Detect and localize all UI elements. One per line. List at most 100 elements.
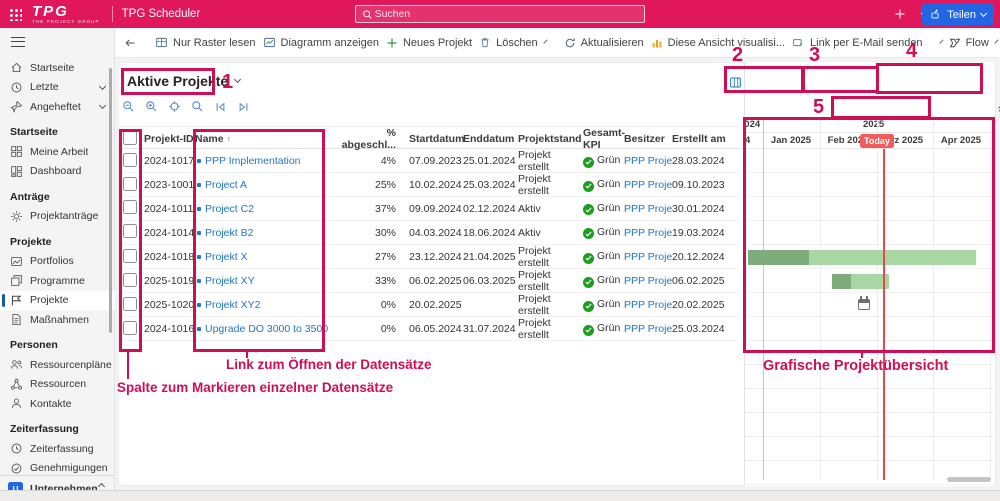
add-icon[interactable] xyxy=(894,8,906,20)
visualize-view-button[interactable]: Diese Ansicht visualisi... xyxy=(651,37,785,49)
sidebar-item-ressourcen[interactable]: Ressourcen xyxy=(0,375,115,395)
table-row[interactable]: 2024-1011 Project C2 37% 09.09.2024 02.1… xyxy=(118,197,740,221)
owner-link[interactable]: PPP Project Ma xyxy=(624,275,672,287)
hamburger-menu-icon[interactable] xyxy=(11,37,25,47)
pin-icon xyxy=(10,100,23,113)
col-besitzer[interactable]: Besitzer xyxy=(624,133,672,145)
select-all-checkbox[interactable] xyxy=(123,131,137,145)
col-startdatum[interactable]: Startdatum xyxy=(400,133,463,145)
global-search[interactable] xyxy=(355,5,645,23)
cell-projekt-id: 2023-1001 xyxy=(144,179,195,191)
zoom-fit-icon[interactable] xyxy=(168,100,181,113)
table-row[interactable]: 2024-1017 PPP Implementation 4% 07.09.20… xyxy=(118,149,740,173)
row-checkbox[interactable] xyxy=(123,297,137,311)
zoom-out-icon[interactable] xyxy=(122,100,135,113)
col-projekt-id[interactable]: Projekt-ID xyxy=(144,133,195,145)
table-row[interactable]: 2023-1001 Project A 25% 10.02.2024 25.03… xyxy=(118,173,740,197)
clock-icon xyxy=(10,442,23,455)
sidebar-item-projektantraege[interactable]: Projektanträge xyxy=(0,207,115,227)
chevron-down-icon[interactable] xyxy=(994,39,998,43)
col-projektstand[interactable]: Projektstand xyxy=(518,133,583,145)
gantt-bar[interactable] xyxy=(748,250,976,265)
share-button[interactable]: Teilen xyxy=(922,4,994,25)
row-checkbox[interactable] xyxy=(123,200,137,214)
gantt-bar[interactable] xyxy=(832,274,889,289)
bullet-icon xyxy=(197,159,201,163)
row-checkbox[interactable] xyxy=(123,321,137,335)
sidebar-item-programme[interactable]: Programme xyxy=(0,271,115,291)
email-link-button[interactable]: Link per E-Mail senden xyxy=(792,37,923,49)
view-selector[interactable]: Aktive Projekte xyxy=(127,73,240,89)
gantt-year-row: 2024 2025 xyxy=(745,118,994,133)
gantt-milestone-calendar-icon[interactable] xyxy=(858,299,870,310)
project-open-link[interactable]: Projekt XY2 xyxy=(205,299,260,311)
delete-button[interactable]: Löschen xyxy=(479,36,538,49)
table-row[interactable]: 2025-1019 Projekt XY 33% 06.02.2025 06.0… xyxy=(118,269,740,293)
flow-button[interactable]: Flow xyxy=(949,37,989,49)
gantt-panel[interactable]: 2024 2025 Dez 2024 Jan 2025 Feb 2025 Mrz… xyxy=(744,62,994,486)
col-name[interactable]: Name↑ xyxy=(195,133,340,145)
read-grid-only-button[interactable]: Nur Raster lesen xyxy=(155,36,256,49)
row-checkbox[interactable] xyxy=(123,153,137,167)
sidebar-item-startseite[interactable]: Startseite xyxy=(0,58,115,78)
sidebar-item-ressourcenplaene[interactable]: Ressourcenpläne xyxy=(0,355,115,375)
app-launcher-icon[interactable] xyxy=(9,8,22,21)
project-open-link[interactable]: Projekt X xyxy=(205,251,248,263)
chevron-down-icon[interactable] xyxy=(543,39,547,43)
project-open-link[interactable]: Projekt XY xyxy=(205,275,255,287)
sidebar-item-projekte[interactable]: Projekte xyxy=(0,291,115,311)
back-button[interactable] xyxy=(123,37,137,49)
project-open-link[interactable]: Upgrade DO 3000 to 3500 xyxy=(205,323,328,335)
cell-projektstand: Projekt erstellt xyxy=(518,149,583,173)
table-row[interactable]: 2025-1020 Projekt XY2 0% 20.02.2025 Proj… xyxy=(118,293,740,317)
global-search-input[interactable] xyxy=(373,7,638,21)
project-open-link[interactable]: Projekt B2 xyxy=(205,227,253,239)
table-row[interactable]: 2024-1014 Projekt B2 30% 04.03.2024 18.0… xyxy=(118,221,740,245)
project-open-link[interactable]: Project A xyxy=(205,179,247,191)
search-magnifier-icon[interactable] xyxy=(191,100,204,113)
owner-link[interactable]: PPP Project Ma xyxy=(624,299,672,311)
refresh-button[interactable]: Aktualisieren xyxy=(564,37,644,49)
chevron-down-icon[interactable] xyxy=(99,102,106,109)
project-open-link[interactable]: PPP Implementation xyxy=(205,155,301,167)
chevron-down-icon[interactable] xyxy=(99,83,106,90)
owner-link[interactable]: PPP Project Ma xyxy=(624,323,672,335)
col-erstellt-am[interactable]: Erstellt am xyxy=(672,133,740,145)
owner-link[interactable]: PPP Project Ma xyxy=(624,251,672,263)
cell-erstellt-am: 19.03.2024 xyxy=(672,227,740,239)
sidebar-scrollbar[interactable] xyxy=(109,68,112,333)
new-project-button[interactable]: Neues Projekt xyxy=(386,37,472,49)
sidebar-item-kontakte[interactable]: Kontakte xyxy=(0,394,115,414)
zoom-in-icon[interactable] xyxy=(145,100,158,113)
sidebar-item-zeiterfassung[interactable]: Zeiterfassung xyxy=(0,439,115,459)
row-checkbox[interactable] xyxy=(123,177,137,191)
sidebar-item-angeheftet[interactable]: Angeheftet xyxy=(0,97,115,117)
col-enddatum[interactable]: Enddatum xyxy=(463,133,518,145)
grid-settings-button[interactable] xyxy=(997,102,1000,115)
sidebar-item-massnahmen[interactable]: Maßnahmen xyxy=(0,310,115,330)
row-checkbox[interactable] xyxy=(123,273,137,287)
show-chart-button[interactable]: Diagramm anzeigen xyxy=(263,36,379,49)
sidebar-item-dashboard[interactable]: Dashboard xyxy=(0,162,115,182)
sidebar-item-meine-arbeit[interactable]: Meine Arbeit xyxy=(0,142,115,162)
col-pct[interactable]: % abgeschl... xyxy=(340,127,400,151)
row-checkbox[interactable] xyxy=(123,249,137,263)
owner-link[interactable]: PPP Project Ma xyxy=(624,203,672,215)
owner-link[interactable]: PPP Project Ma xyxy=(624,227,672,239)
gantt-grid xyxy=(745,149,994,485)
cell-erstellt-am: 28.03.2024 xyxy=(672,155,740,167)
col-gesamt-kpi[interactable]: Gesamt-KPI xyxy=(583,127,624,151)
table-row[interactable]: 2024-1016 Upgrade DO 3000 to 3500 0% 06.… xyxy=(118,317,740,341)
chevron-down-icon[interactable] xyxy=(939,39,943,43)
skip-to-end-icon[interactable] xyxy=(237,101,250,113)
owner-link[interactable]: PPP Project Ma xyxy=(624,179,672,191)
project-open-link[interactable]: Project C2 xyxy=(205,203,254,215)
share-label: Teilen xyxy=(947,9,976,21)
gantt-horizontal-scrollbar[interactable] xyxy=(947,477,991,482)
row-checkbox[interactable] xyxy=(123,224,137,238)
owner-link[interactable]: PPP Project Ma xyxy=(624,155,672,167)
skip-to-start-icon[interactable] xyxy=(214,101,227,113)
sidebar-item-portfolios[interactable]: Portfolios xyxy=(0,252,115,272)
sidebar-item-letzte[interactable]: Letzte xyxy=(0,78,115,98)
table-row[interactable]: 2024-1018 Projekt X 27% 23.12.2024 21.04… xyxy=(118,245,740,269)
